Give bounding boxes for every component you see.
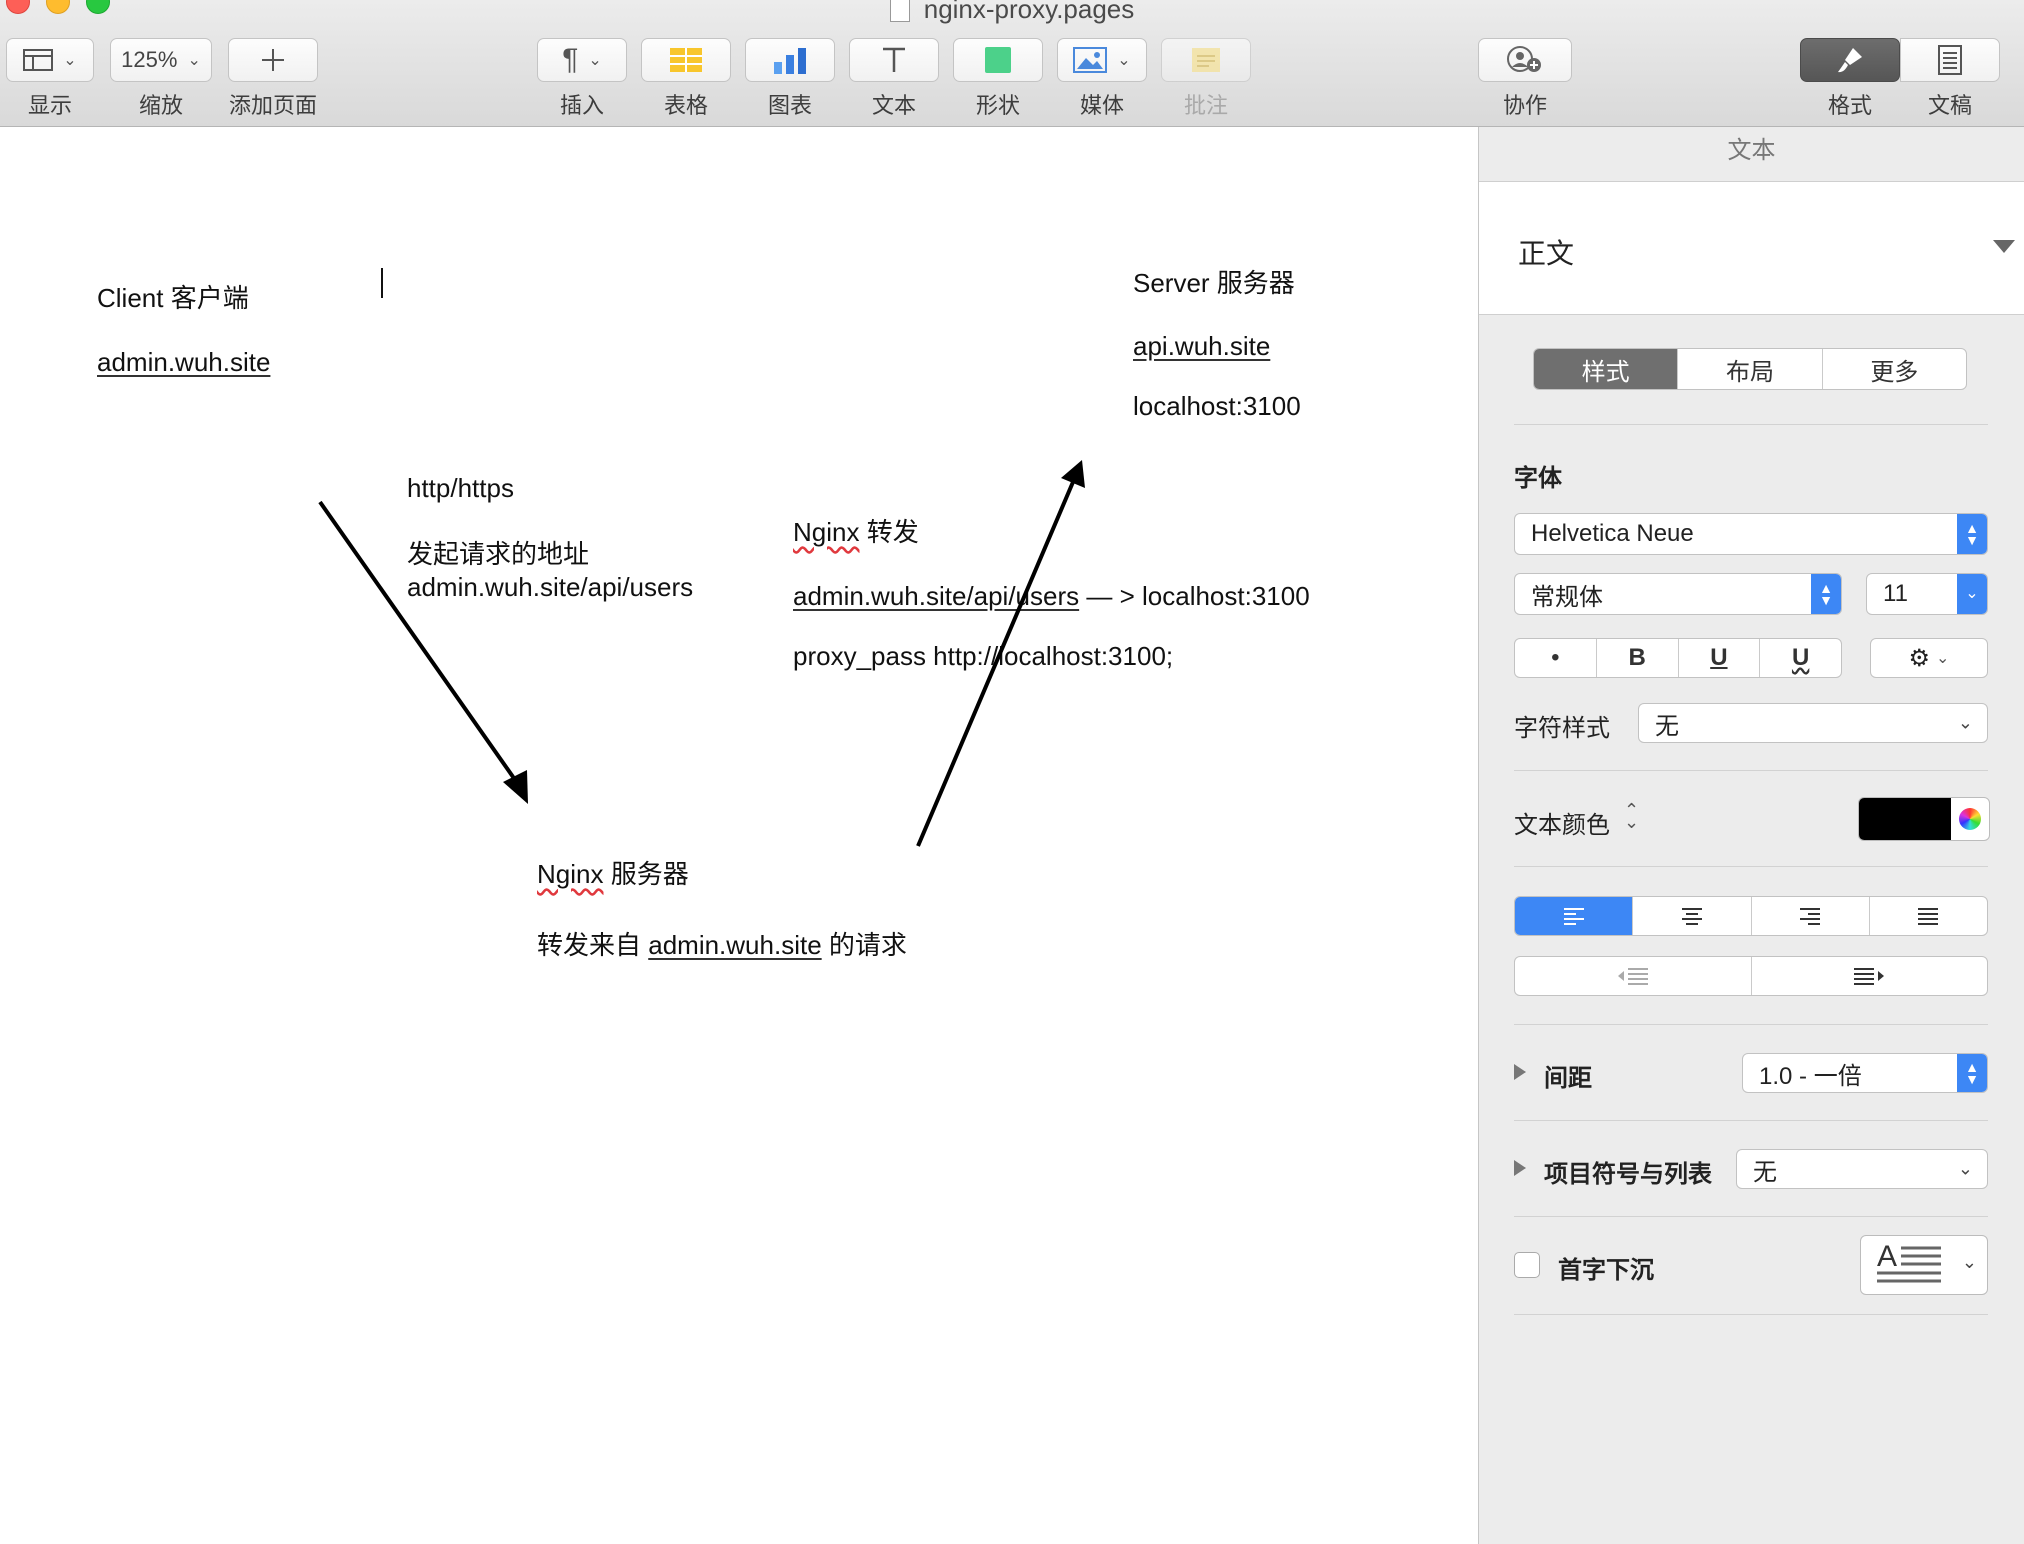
divider <box>1514 770 1988 771</box>
document-label: 文稿 <box>1927 93 1972 118</box>
bullet-style-button[interactable]: • <box>1515 639 1597 677</box>
spacing-disclosure-icon[interactable] <box>1514 1064 1526 1080</box>
char-style-label: 字符样式 <box>1514 715 1610 742</box>
bold-button[interactable]: B <box>1597 639 1679 677</box>
align-center-button[interactable] <box>1633 897 1752 935</box>
indent-buttons <box>1514 956 1988 996</box>
collaborate-label: 协作 <box>1502 93 1547 118</box>
bullets-select[interactable]: 无 ⌄ <box>1736 1149 1988 1189</box>
divider <box>1514 1024 1988 1025</box>
svg-text:A: A <box>1877 1240 1897 1273</box>
align-left-icon <box>1563 908 1584 925</box>
justify-button[interactable] <box>1870 897 1987 935</box>
add-person-icon <box>1507 46 1541 72</box>
decrease-indent-button[interactable] <box>1515 957 1752 995</box>
spacing-value: 1.0 - 一倍 <box>1759 1062 1862 1090</box>
dropcap-checkbox[interactable] <box>1514 1252 1540 1278</box>
paragraph-style-value: 正文 <box>1518 238 1575 269</box>
outdent-icon <box>1617 968 1648 985</box>
increase-indent-button[interactable] <box>1752 957 1988 995</box>
chevron-down-icon: ⌄ <box>1936 650 1950 667</box>
text-color-swatch <box>1859 798 1951 840</box>
align-left-button[interactable] <box>1515 897 1634 935</box>
document-icon <box>1938 45 1962 75</box>
gear-icon: ⚙ <box>1908 644 1931 672</box>
alignment-buttons <box>1514 896 1988 936</box>
bullets-label: 项目符号与列表 <box>1544 1161 1712 1188</box>
chevron-down-icon: ⌄ <box>1957 574 1987 614</box>
inspector-header: 文本 <box>1479 127 2024 182</box>
tab-style[interactable]: 样式 <box>1534 349 1679 389</box>
spacing-select[interactable]: 1.0 - 一倍 ▲ ▼ <box>1742 1053 1988 1093</box>
typeface-value: 常规体 <box>1531 583 1603 611</box>
up-down-arrows-icon: ▲ ▼ <box>1957 1054 1987 1092</box>
up-down-arrows-icon: ▲ ▼ <box>1811 574 1841 614</box>
paintbrush-icon <box>1838 48 1862 73</box>
divider <box>1514 866 1988 867</box>
justify-icon <box>1918 908 1939 925</box>
spacing-label: 间距 <box>1544 1065 1592 1092</box>
chevron-down-icon: ⌄ <box>1961 1252 1977 1272</box>
font-family-value: Helvetica Neue <box>1531 520 1694 547</box>
font-section-label: 字体 <box>1514 465 1562 492</box>
collaborate-button[interactable] <box>1478 38 1572 82</box>
font-size-field[interactable]: 11 ⌄ <box>1866 573 1988 615</box>
char-style-value: 无 <box>1655 712 1679 740</box>
dropcap-style-select[interactable]: A ⌄ <box>1860 1235 1988 1295</box>
font-size-value: 11 <box>1883 580 1908 607</box>
up-down-arrows-icon: ▲ ▼ <box>1957 514 1987 554</box>
inspector-tabs: 样式 布局 更多 <box>1533 348 1967 390</box>
color-wheel-icon[interactable] <box>1959 808 1981 830</box>
text-color-well[interactable] <box>1858 797 1990 841</box>
tab-layout[interactable]: 布局 <box>1678 349 1823 389</box>
char-style-select[interactable]: 无 ⌄ <box>1638 703 1988 743</box>
underline-button[interactable]: U <box>1679 639 1761 677</box>
divider <box>1514 424 1988 425</box>
align-center-icon <box>1681 908 1702 925</box>
font-family-select[interactable]: Helvetica Neue ▲ ▼ <box>1514 513 1988 555</box>
text-color-label: 文本颜色 <box>1514 812 1610 839</box>
divider <box>1514 1216 1988 1217</box>
text-style-buttons: • B U U <box>1514 638 1842 678</box>
up-down-chevron-icon[interactable]: ⌃ ⌄ <box>1624 801 1639 831</box>
document-button[interactable] <box>1900 38 2000 82</box>
chevron-down-icon: ⌄ <box>1957 712 1973 733</box>
indent-icon <box>1854 968 1885 985</box>
chevron-down-icon: ⌄ <box>1957 1158 1973 1179</box>
typeface-select[interactable]: 常规体 ▲ ▼ <box>1514 573 1842 615</box>
arrows-layer <box>318 460 1085 847</box>
advanced-options-button[interactable]: ⚙ ⌄ <box>1870 638 1988 678</box>
dropcap-style-icon: A <box>1877 1240 1941 1283</box>
align-right-button[interactable] <box>1752 897 1870 935</box>
align-right-icon <box>1800 908 1821 925</box>
bullets-disclosure-icon[interactable] <box>1514 1160 1526 1176</box>
dropcap-label: 首字下沉 <box>1558 1257 1654 1284</box>
disclosure-down-icon[interactable] <box>1993 240 2015 253</box>
divider <box>1514 1120 1988 1121</box>
format-button[interactable] <box>1800 38 1900 82</box>
divider <box>1514 1314 1988 1315</box>
strikethrough-button[interactable]: U <box>1760 639 1841 677</box>
arrow-client-to-nginx[interactable] <box>318 500 528 804</box>
bullets-value: 无 <box>1753 1158 1777 1186</box>
arrow-nginx-to-server[interactable] <box>916 460 1085 847</box>
format-label: 格式 <box>1827 93 1872 118</box>
tab-more[interactable]: 更多 <box>1823 349 1966 389</box>
